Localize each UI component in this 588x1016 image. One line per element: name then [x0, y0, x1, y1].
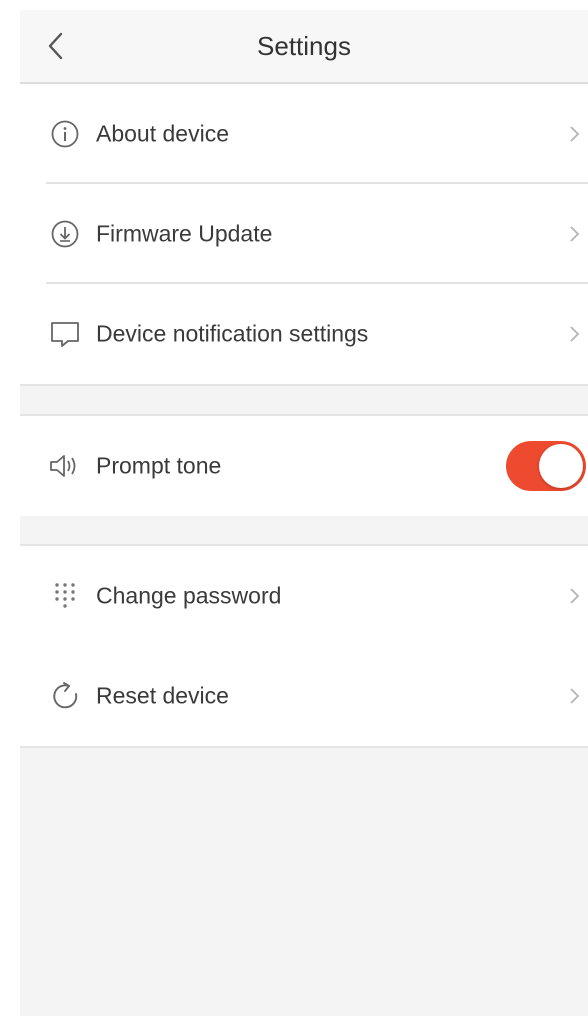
- firmware-update-row[interactable]: Firmware Update: [20, 184, 588, 284]
- header-bar: Settings: [20, 10, 588, 84]
- change-password-row[interactable]: Change password: [20, 546, 588, 646]
- about-device-row[interactable]: About device: [20, 84, 588, 184]
- firmware-update-label: Firmware Update: [96, 220, 273, 247]
- chevron-right-icon: [566, 221, 582, 247]
- settings-screen: Settings About device Firmware Update De…: [20, 10, 588, 1016]
- security-group: Change password Reset device: [20, 544, 588, 748]
- change-password-label: Change password: [96, 582, 282, 609]
- refresh-icon: [48, 679, 82, 713]
- chevron-right-icon: [566, 583, 582, 609]
- chevron-right-icon: [566, 121, 582, 147]
- sound-group: Prompt tone: [20, 414, 588, 516]
- about-device-label: About device: [96, 120, 229, 147]
- toggle-knob: [539, 444, 583, 488]
- chevron-right-icon: [566, 683, 582, 709]
- chevron-left-icon: [46, 31, 64, 66]
- device-notification-settings-row[interactable]: Device notification settings: [20, 284, 588, 384]
- keypad-icon: [48, 579, 82, 613]
- prompt-tone-row: Prompt tone: [20, 416, 588, 516]
- prompt-tone-label: Prompt tone: [96, 452, 222, 479]
- chevron-right-icon: [566, 321, 582, 347]
- page-title: Settings: [257, 31, 351, 61]
- speaker-icon: [48, 449, 82, 483]
- reset-device-label: Reset device: [96, 682, 229, 709]
- device-info-group: About device Firmware Update Device noti…: [20, 84, 588, 386]
- reset-device-row[interactable]: Reset device: [20, 646, 588, 746]
- download-icon: [48, 217, 82, 251]
- device-notification-settings-label: Device notification settings: [96, 320, 369, 347]
- back-button[interactable]: [46, 30, 86, 66]
- info-icon: [48, 117, 82, 151]
- prompt-tone-toggle[interactable]: [506, 441, 586, 491]
- message-icon: [48, 317, 82, 351]
